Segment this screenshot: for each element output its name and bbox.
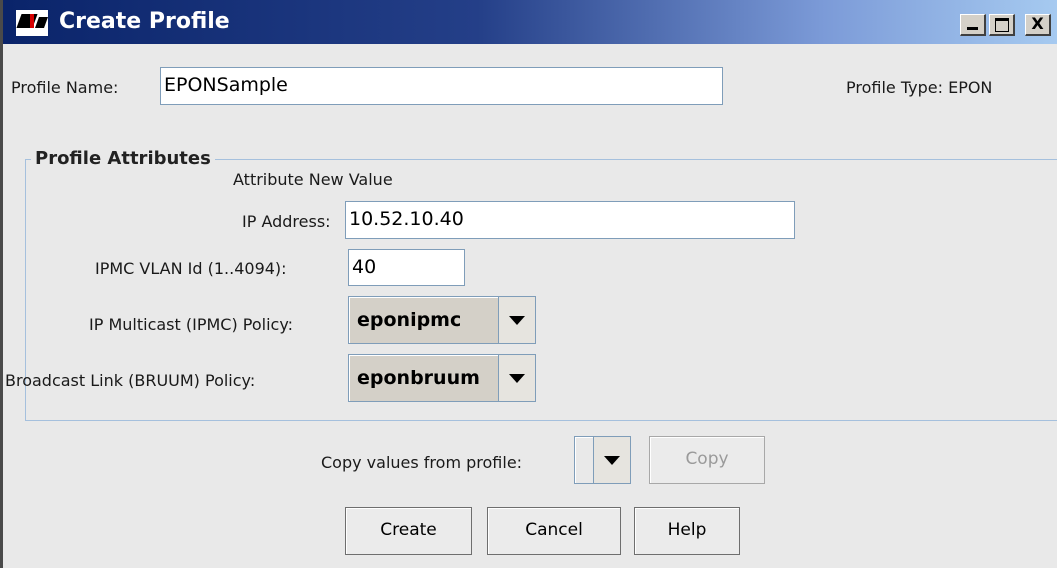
maximize-icon bbox=[995, 18, 1009, 32]
ipmc-policy-label: IP Multicast (IPMC) Policy: bbox=[89, 315, 294, 334]
ipmc-vlan-label: IPMC VLAN Id (1..4094): bbox=[95, 259, 287, 278]
ipmc-policy-select[interactable]: eponipmc bbox=[348, 296, 536, 344]
bruum-policy-select[interactable]: eponbruum bbox=[348, 354, 536, 402]
profile-type-value: EPON bbox=[948, 78, 993, 97]
maximize-button[interactable] bbox=[989, 14, 1015, 36]
chevron-down-icon[interactable] bbox=[593, 437, 630, 483]
copy-button[interactable]: Copy bbox=[649, 436, 765, 484]
title-bar[interactable]: Create Profile X bbox=[3, 0, 1057, 44]
copy-profile-value bbox=[575, 437, 593, 483]
profile-attributes-title: Profile Attributes bbox=[31, 148, 215, 169]
window-title: Create Profile bbox=[59, 9, 230, 34]
ipmc-vlan-input[interactable]: 40 bbox=[348, 249, 465, 286]
close-icon: X bbox=[1031, 14, 1044, 33]
copy-profile-select[interactable] bbox=[574, 436, 631, 484]
ip-address-label: IP Address: bbox=[242, 212, 331, 231]
close-button[interactable]: X bbox=[1025, 14, 1051, 36]
cancel-button[interactable]: Cancel bbox=[487, 507, 621, 555]
profile-name-label: Profile Name: bbox=[11, 78, 119, 97]
ip-address-input[interactable]: 10.52.10.40 bbox=[345, 201, 795, 239]
minimize-icon bbox=[967, 27, 978, 30]
profile-name-input[interactable]: EPONSample bbox=[160, 67, 723, 105]
ipmc-policy-value: eponipmc bbox=[349, 297, 498, 343]
chevron-down-icon[interactable] bbox=[498, 355, 535, 401]
minimize-button[interactable] bbox=[960, 14, 986, 36]
help-button[interactable]: Help bbox=[634, 507, 740, 555]
chevron-down-icon[interactable] bbox=[498, 297, 535, 343]
bruum-policy-label: Broadcast Link (BRUUM) Policy: bbox=[5, 371, 256, 390]
app-logo-icon bbox=[15, 9, 49, 37]
profile-type-label: Profile Type: EPON bbox=[846, 78, 992, 97]
bruum-policy-value: eponbruum bbox=[349, 355, 498, 401]
attribute-column-header: Attribute New Value bbox=[233, 170, 393, 189]
create-button[interactable]: Create bbox=[345, 507, 472, 555]
profile-type-caption: Profile Type: bbox=[846, 78, 943, 97]
copy-values-label: Copy values from profile: bbox=[321, 453, 523, 472]
create-profile-window: Create Profile X Profile Name: EPONSampl… bbox=[0, 0, 1057, 568]
